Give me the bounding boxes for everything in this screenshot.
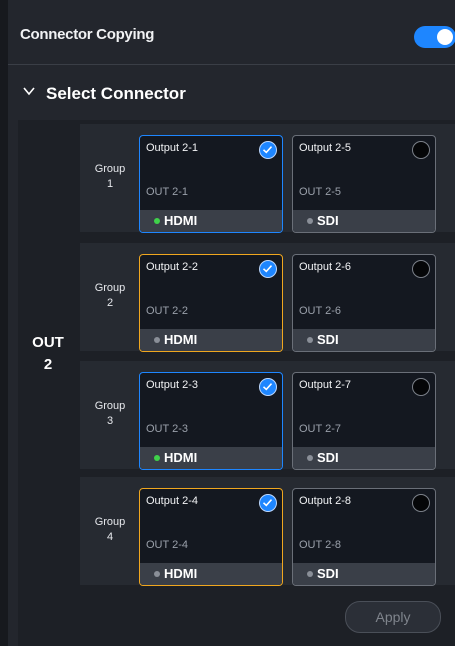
connector-type-bar: HDMI [140,329,282,351]
group-label: Group 4 [80,515,140,545]
group-label-line1: Group [94,516,126,528]
radio-circle-icon[interactable] [412,494,430,512]
connector-card[interactable]: Output 2-6 OUT 2-6 SDI [292,254,436,352]
connector-panel: Connector Copying Select Connector OUT 2… [8,0,455,646]
chevron-down-icon [23,87,35,96]
group-2: Group 2 Output 2-2 OUT 2-2 HDMI Output 2-6 OUT… [80,243,455,352]
connector-subtitle: OUT 2-1 [146,186,188,198]
group-label: Group 3 [80,399,140,429]
connector-type-bar: SDI [293,447,435,469]
group-label: Group 2 [80,281,140,311]
connector-card[interactable]: Output 2-1 OUT 2-1 HDMI [139,135,283,233]
connector-title: Output 2-8 [299,495,351,507]
connector-subtitle: OUT 2-5 [299,186,341,198]
group-label: Group 1 [80,162,140,192]
signal-status-dot-icon [154,218,160,224]
connector-card[interactable]: Output 2-5 OUT 2-5 SDI [292,135,436,233]
connector-card[interactable]: Output 2-3 OUT 2-3 HDMI [139,372,283,470]
group-label-line1: Group [94,400,126,412]
connector-subtitle: OUT 2-3 [146,423,188,435]
group-label-line2: 2 [106,297,114,309]
signal-status-dot-icon [154,571,160,577]
connector-subtitle: OUT 2-8 [299,539,341,551]
connector-type-bar: HDMI [140,210,282,232]
connector-copying-label: Connector Copying [20,26,155,43]
checkmark-circle-icon[interactable] [259,494,277,512]
connector-title: Output 2-3 [146,379,198,391]
connector-type-label: HDMI [164,332,198,347]
group-label-line1: Group [94,282,126,294]
signal-status-dot-icon [307,571,313,577]
radio-circle-icon[interactable] [412,260,430,278]
group-4: Group 4 Output 2-4 OUT 2-4 HDMI Output 2-8 OUT… [80,477,455,586]
connector-type-bar: SDI [293,329,435,351]
group-label-line1: Group [94,163,126,175]
connector-type-bar: SDI [293,563,435,585]
output-area: OUT 2 Group 1 Output 2-1 OUT 2-1 HDMI Output … [18,120,455,646]
connector-subtitle: OUT 2-4 [146,539,188,551]
connector-card[interactable]: Output 2-8 OUT 2-8 SDI [292,488,436,586]
toggle-knob [437,29,453,45]
connector-subtitle: OUT 2-2 [146,305,188,317]
signal-status-dot-icon [154,455,160,461]
connector-title: Output 2-5 [299,142,351,154]
group-label-line2: 4 [106,531,114,543]
radio-circle-icon[interactable] [412,141,430,159]
connector-type-label: SDI [317,332,339,347]
output-label-line1: OUT [32,334,64,351]
connector-type-bar: SDI [293,210,435,232]
signal-status-dot-icon [154,337,160,343]
apply-button[interactable]: Apply [345,601,441,633]
group-3: Group 3 Output 2-3 OUT 2-3 HDMI Output 2-7 OUT… [80,361,455,470]
group-1: Group 1 Output 2-1 OUT 2-1 HDMI Output 2-5 OUT… [80,124,455,233]
connector-type-bar: HDMI [140,563,282,585]
group-label-line2: 1 [106,178,114,190]
connector-type-label: SDI [317,450,339,465]
connector-card[interactable]: Output 2-2 OUT 2-2 HDMI [139,254,283,352]
connector-title: Output 2-4 [146,495,198,507]
select-connector-title: Select Connector [46,84,186,103]
signal-status-dot-icon [307,455,313,461]
connector-type-label: SDI [317,213,339,228]
connector-title: Output 2-2 [146,261,198,273]
connector-copying-row: Connector Copying [8,0,455,65]
checkmark-circle-icon[interactable] [259,378,277,396]
connector-card[interactable]: Output 2-4 OUT 2-4 HDMI [139,488,283,586]
connector-card[interactable]: Output 2-7 OUT 2-7 SDI [292,372,436,470]
checkmark-circle-icon[interactable] [259,260,277,278]
radio-circle-icon[interactable] [412,378,430,396]
connector-subtitle: OUT 2-6 [299,305,341,317]
connector-type-label: HDMI [164,566,198,581]
checkmark-circle-icon[interactable] [259,141,277,159]
connector-type-label: HDMI [164,213,198,228]
connector-subtitle: OUT 2-7 [299,423,341,435]
select-connector-header[interactable]: Select Connector [8,64,455,120]
connector-copying-toggle[interactable] [414,26,455,48]
output-label: OUT 2 [18,332,78,376]
connector-type-bar: HDMI [140,447,282,469]
connector-type-label: SDI [317,566,339,581]
group-label-line2: 3 [106,415,114,427]
connector-title: Output 2-6 [299,261,351,273]
signal-status-dot-icon [307,337,313,343]
connector-type-label: HDMI [164,450,198,465]
signal-status-dot-icon [307,218,313,224]
connector-title: Output 2-7 [299,379,351,391]
connector-title: Output 2-1 [146,142,198,154]
output-label-line2: 2 [43,356,53,373]
